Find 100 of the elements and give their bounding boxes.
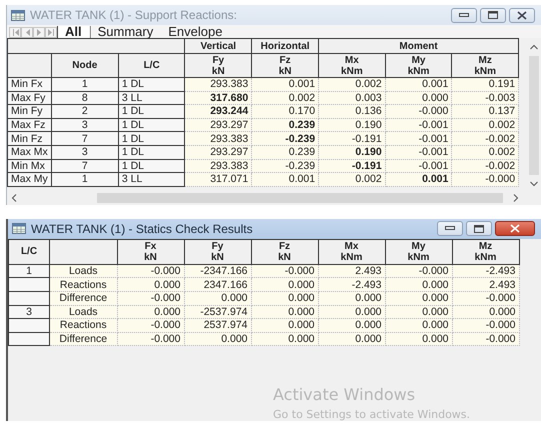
row-header: Max My (8, 172, 52, 186)
table-cell: 0.191 (452, 78, 519, 92)
table-cell: -0.003 (452, 91, 519, 105)
table-cell: -0.001 (385, 145, 452, 160)
table-cell: Difference (50, 291, 117, 306)
column-header: My kNm (385, 239, 452, 264)
activation-notice-title: Activate Windows (273, 385, 416, 404)
table-cell: 317.071 (184, 172, 252, 186)
minimize-button[interactable] (437, 221, 463, 236)
table-cell: 0.136 (318, 104, 386, 118)
table-cell: -0.000 (452, 332, 519, 346)
table-cell: 8 (51, 91, 118, 105)
table-cell: 293.383 (184, 159, 252, 173)
minimize-button[interactable] (451, 8, 477, 22)
table-cell: 293.297 (184, 145, 252, 160)
scroll-right-icon[interactable] (513, 194, 519, 202)
table-cell: Loads (50, 305, 117, 319)
column-header: Node (51, 54, 118, 78)
table-cell: -2.493 (452, 264, 519, 278)
column-header: Mx kNm (318, 239, 385, 264)
table-cell: 0.000 (385, 291, 452, 306)
table-cell: 293.383 (184, 132, 252, 146)
tab[interactable]: All (57, 26, 91, 38)
column-group-header: Vertical (184, 38, 252, 54)
row-header: Max Fz (8, 118, 52, 132)
table-cell: -0.000 (452, 291, 519, 306)
table-cell: 1 (51, 78, 118, 92)
table-cell: -2.493 (318, 278, 385, 292)
table-cell: 3 LL (118, 172, 185, 186)
table-cell: -0.000 (452, 318, 519, 332)
table-icon (12, 223, 26, 234)
table-cell: 0.001 (385, 78, 452, 92)
table-cell: 0.000 (184, 332, 251, 346)
table-cell: 0.000 (318, 291, 385, 306)
table-cell: Loads (50, 264, 117, 278)
table-cell: -0.000 (117, 291, 184, 306)
scroll-up-icon[interactable] (530, 44, 538, 50)
table-cell: 0.003 (318, 91, 386, 105)
column-header: Mz kNm (452, 239, 519, 264)
table-cell: 0.000 (251, 278, 318, 292)
minimize-icon (459, 12, 469, 18)
close-button[interactable] (495, 221, 535, 236)
maximize-icon (488, 11, 498, 19)
table-cell: -0.000 (385, 264, 452, 278)
table-cell: -0.191 (318, 132, 386, 146)
table-cell: 1 DL (118, 132, 185, 146)
row-header: Min Fy (8, 104, 52, 118)
table-cell: -0.000 (452, 172, 519, 186)
row-header: 3 (8, 305, 50, 319)
table-cell: 3 (51, 145, 118, 160)
activation-notice-text: Go to Settings to activate Windows. (273, 408, 470, 421)
table-cell: 1 DL (118, 118, 185, 132)
table-cell: 317.680 (184, 91, 252, 105)
maximize-icon (474, 224, 484, 233)
table-cell: 0.000 (251, 318, 318, 332)
table-cell: -0.000 (117, 318, 184, 332)
table-cell: 7 (51, 132, 118, 146)
table-cell: -0.000 (251, 264, 318, 278)
table-cell: 0.239 (252, 145, 319, 160)
table-cell: 0.170 (252, 104, 319, 118)
row-header: Min Fx (8, 78, 52, 92)
close-button[interactable] (509, 8, 535, 22)
table-cell: 0.002 (252, 91, 319, 105)
table-cell: 0.000 (385, 305, 452, 319)
table-cell: 293.297 (184, 118, 252, 132)
table-cell: 0.000 (385, 332, 452, 346)
row-header: Min Mx (8, 159, 52, 173)
column-header: L/C (118, 54, 185, 78)
column-header: Fz kN (251, 239, 318, 264)
maximize-button[interactable] (466, 221, 492, 236)
table-cell: 293.244 (184, 104, 252, 118)
table-cell: -2347.166 (184, 264, 251, 278)
table-cell: 0.002 (318, 172, 386, 186)
table-cell: 2537.974 (184, 318, 251, 332)
row-header: 1 (8, 264, 50, 278)
table-cell: 7 (51, 159, 118, 173)
table-cell: 0.000 (318, 332, 385, 346)
table-cell: 0.000 (452, 305, 519, 319)
table-cell: 0.000 (318, 318, 385, 332)
table-cell: 0.002 (452, 118, 519, 132)
column-header: L/C (8, 239, 50, 264)
table-cell: 0.001 (385, 172, 452, 186)
table-cell: Reactions (50, 318, 117, 332)
column-header: Fy kN (184, 54, 252, 78)
table-cell: 0.002 (318, 78, 386, 92)
row-header: Max Fy (8, 91, 52, 105)
table-cell: 0.190 (318, 145, 386, 160)
table-cell: 1 DL (118, 145, 185, 160)
scroll-down-icon[interactable] (530, 180, 538, 187)
close-icon (510, 224, 520, 234)
table-cell: -0.000 (385, 104, 452, 118)
tab[interactable]: Envelope (161, 26, 230, 38)
table-cell: 0.137 (452, 104, 519, 118)
scroll-left-icon[interactable] (11, 194, 17, 202)
table-cell: 0.239 (252, 118, 319, 132)
table-cell: 0.001 (252, 78, 319, 92)
tab[interactable]: Summary (90, 26, 162, 38)
table-cell: 1 DL (118, 104, 185, 118)
maximize-button[interactable] (480, 8, 506, 22)
table-cell: 0.000 (318, 305, 385, 319)
